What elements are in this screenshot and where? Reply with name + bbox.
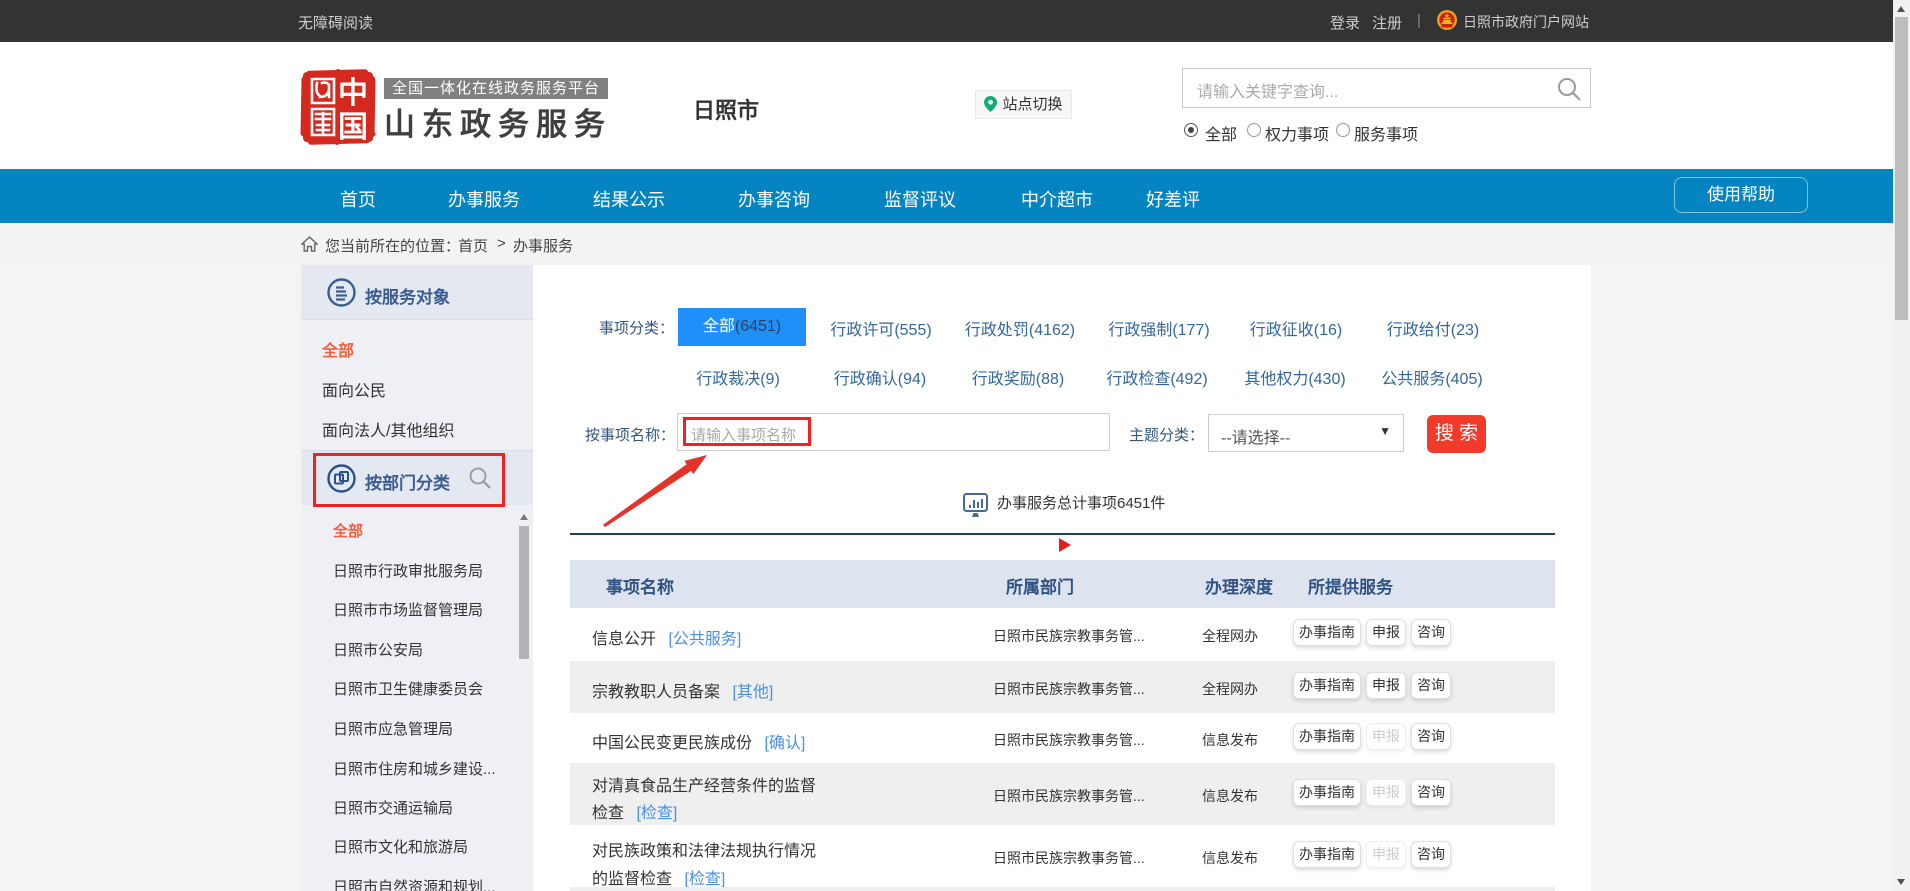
svg-text:中: 中 [338,77,368,110]
svg-text:国: 国 [338,111,368,144]
